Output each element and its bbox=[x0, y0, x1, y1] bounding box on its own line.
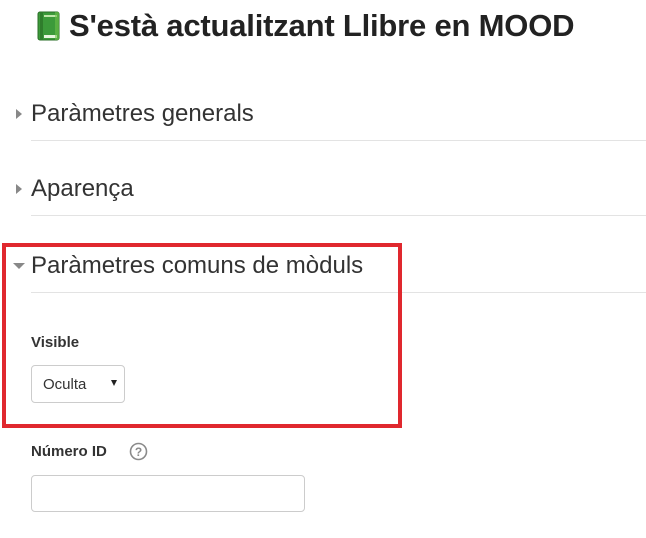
section-label: Aparença bbox=[31, 175, 134, 202]
visible-select[interactable]: Oculta bbox=[31, 365, 125, 403]
section-label: Paràmetres comuns de mòduls bbox=[31, 252, 364, 279]
page: S'està actualitzant Llibre en MOOD Paràm… bbox=[0, 0, 646, 538]
caret-right-icon bbox=[12, 107, 26, 121]
book-icon bbox=[37, 11, 61, 41]
dropdown-arrow-icon bbox=[111, 380, 117, 386]
section-divider bbox=[31, 140, 646, 141]
section-common-module-settings[interactable]: Paràmetres comuns de mòduls bbox=[12, 252, 363, 280]
id-number-label: Número ID bbox=[31, 443, 107, 460]
svg-text:?: ? bbox=[135, 445, 142, 459]
question-circle-icon[interactable]: ? bbox=[129, 442, 148, 461]
caret-down-icon bbox=[12, 259, 26, 273]
visible-select-value: Oculta bbox=[43, 375, 87, 393]
section-divider bbox=[31, 215, 646, 216]
section-label: Paràmetres generals bbox=[31, 100, 254, 127]
page-title: S'està actualitzant Llibre en MOOD bbox=[69, 8, 575, 43]
section-appearance[interactable]: Aparença bbox=[12, 175, 134, 203]
page-header: S'està actualitzant Llibre en MOOD bbox=[37, 8, 574, 44]
section-general-settings[interactable]: Paràmetres generals bbox=[12, 100, 254, 128]
caret-right-icon bbox=[12, 182, 26, 196]
id-number-input[interactable] bbox=[31, 475, 305, 512]
visible-label: Visible bbox=[31, 334, 80, 351]
section-divider bbox=[31, 292, 646, 293]
